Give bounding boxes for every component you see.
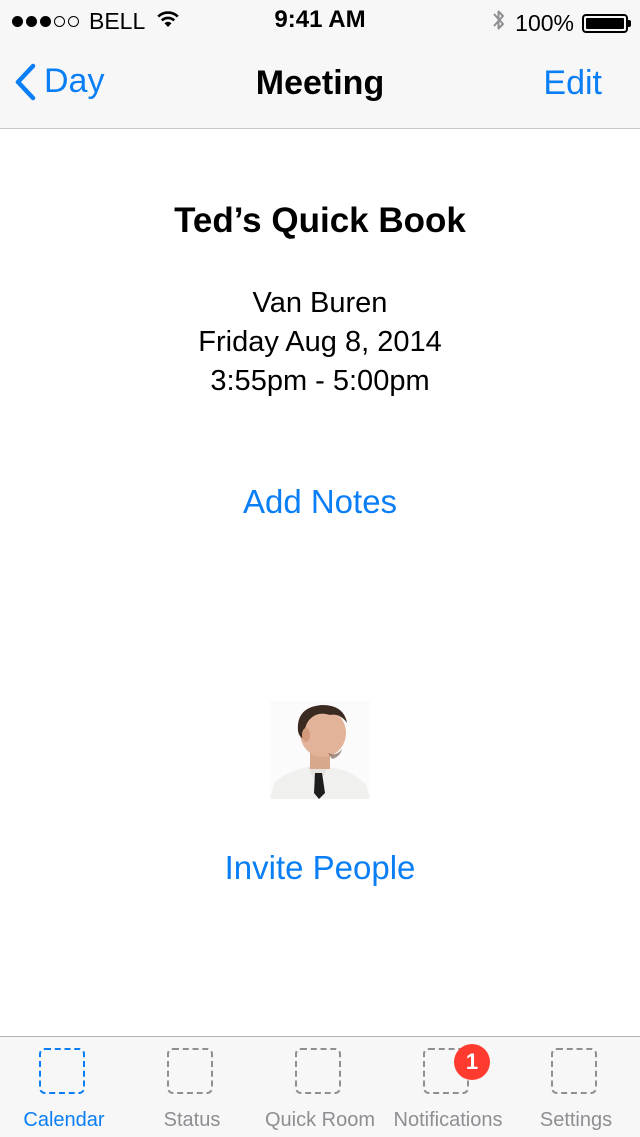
invite-people-button[interactable]: Invite People xyxy=(0,849,640,887)
tab-label: Notifications xyxy=(393,1109,503,1131)
status-icon xyxy=(167,1048,213,1094)
settings-icon xyxy=(551,1048,597,1094)
battery-percentage: 100% xyxy=(515,9,574,36)
avatar[interactable] xyxy=(270,701,370,799)
tab-label: Settings xyxy=(539,1109,613,1131)
meeting-time-range: 3:55pm - 5:00pm xyxy=(210,365,430,397)
edit-button[interactable]: Edit xyxy=(543,64,602,103)
meeting-room: Van Buren xyxy=(252,287,388,319)
quick-room-icon xyxy=(295,1048,341,1094)
add-notes-button[interactable]: Add Notes xyxy=(0,483,640,521)
tab-settings[interactable]: Settings xyxy=(512,1037,640,1137)
calendar-icon xyxy=(39,1048,85,1094)
tab-calendar[interactable]: Calendar xyxy=(0,1037,128,1137)
bluetooth-icon xyxy=(491,7,507,39)
tab-quick-room[interactable]: Quick Room xyxy=(256,1037,384,1137)
tab-bar: Calendar Status Quick Room 1 Notificatio… xyxy=(0,1036,640,1137)
navigation-bar: Day Meeting Edit xyxy=(0,40,640,129)
tab-label: Status xyxy=(163,1109,221,1131)
battery-icon xyxy=(582,13,631,33)
tab-notifications[interactable]: 1 Notifications xyxy=(384,1037,512,1137)
tab-status[interactable]: Status xyxy=(128,1037,256,1137)
meeting-details: Ted’s Quick Book Van Buren Friday Aug 8,… xyxy=(0,129,640,1036)
meeting-title: Ted’s Quick Book xyxy=(174,201,466,240)
tab-label: Quick Room xyxy=(264,1109,376,1131)
meeting-date: Friday Aug 8, 2014 xyxy=(198,326,442,358)
status-right: 100% xyxy=(491,7,631,39)
status-bar: BELL 9:41 AM 100% xyxy=(0,0,640,40)
notification-badge: 1 xyxy=(454,1044,490,1080)
